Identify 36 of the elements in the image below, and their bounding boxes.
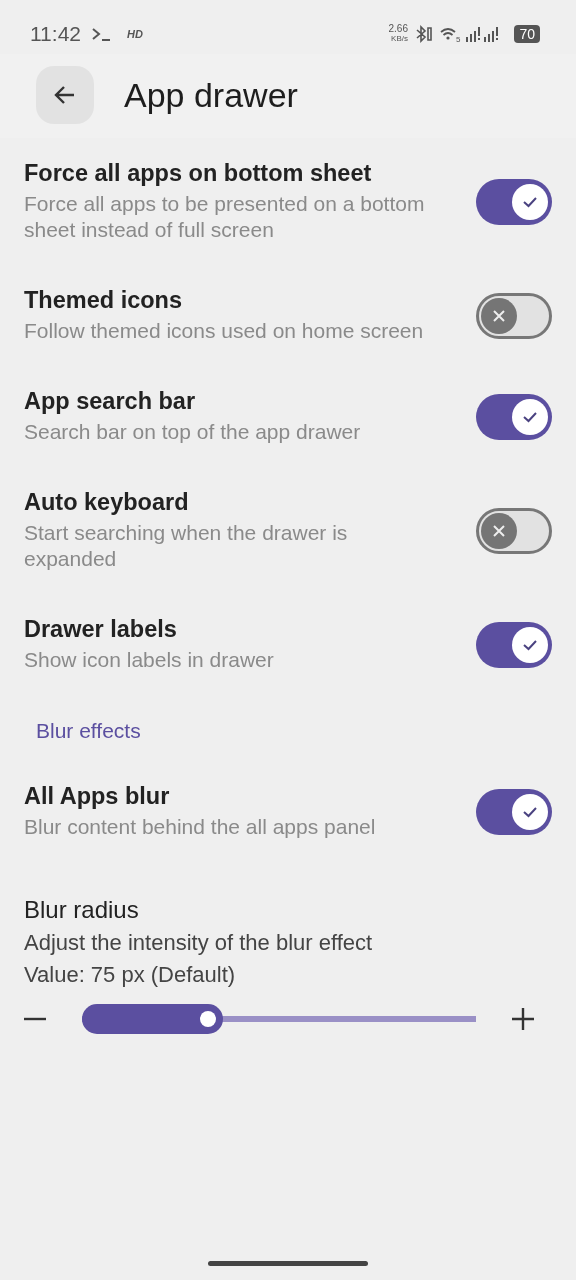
status-time: 11:42 (30, 22, 81, 46)
toggle-switch[interactable] (476, 621, 552, 668)
setting-description: Search bar on top of the app drawer (24, 419, 362, 445)
setting-title: App search bar (24, 388, 197, 415)
setting-title: Auto keyboard (24, 489, 190, 516)
toggle-switch[interactable] (476, 507, 552, 554)
battery-level: 70 (514, 25, 540, 43)
page-title: App drawer (124, 75, 298, 115)
speed-unit: KB/s (391, 34, 408, 44)
setting-description: Blur content behind the all apps panel (24, 814, 377, 840)
setting-title: All Apps blur (24, 783, 171, 810)
section-header: Blur effects (36, 719, 141, 742)
wifi-icon (439, 27, 456, 41)
setting-description: Follow themed icons used on home screen (24, 318, 425, 344)
terminal-icon (91, 27, 111, 41)
setting-title: Themed icons (24, 287, 183, 314)
close-icon (491, 522, 507, 539)
minus-icon[interactable] (24, 1017, 46, 1021)
setting-title: Force all apps on bottom sheet (24, 160, 373, 187)
toggle-switch[interactable] (476, 178, 552, 225)
toggle-switch[interactable] (476, 788, 552, 835)
toggle-switch[interactable] (476, 292, 552, 339)
setting-description: Force all apps to be presented on a bottom sheet instead of full screen (24, 191, 426, 243)
setting-title: Blur radius (24, 896, 140, 924)
network-speed: 2.66 (388, 24, 408, 34)
setting-description: Start searching when the drawer is expanded (24, 520, 349, 572)
setting-description: Show icon labels in drawer (24, 647, 275, 673)
plus-icon[interactable] (512, 1008, 534, 1030)
close-icon (491, 307, 507, 324)
slider-value: Value: 75 px (Default) (24, 962, 237, 988)
hd-label: HD (127, 28, 143, 40)
wifi-band-label: 5 (455, 35, 461, 46)
setting-title: Drawer labels (24, 616, 178, 643)
back-button[interactable] (36, 66, 94, 124)
setting-description: Adjust the intensity of the blur effect (24, 930, 374, 956)
toggle-switch[interactable] (476, 393, 552, 440)
